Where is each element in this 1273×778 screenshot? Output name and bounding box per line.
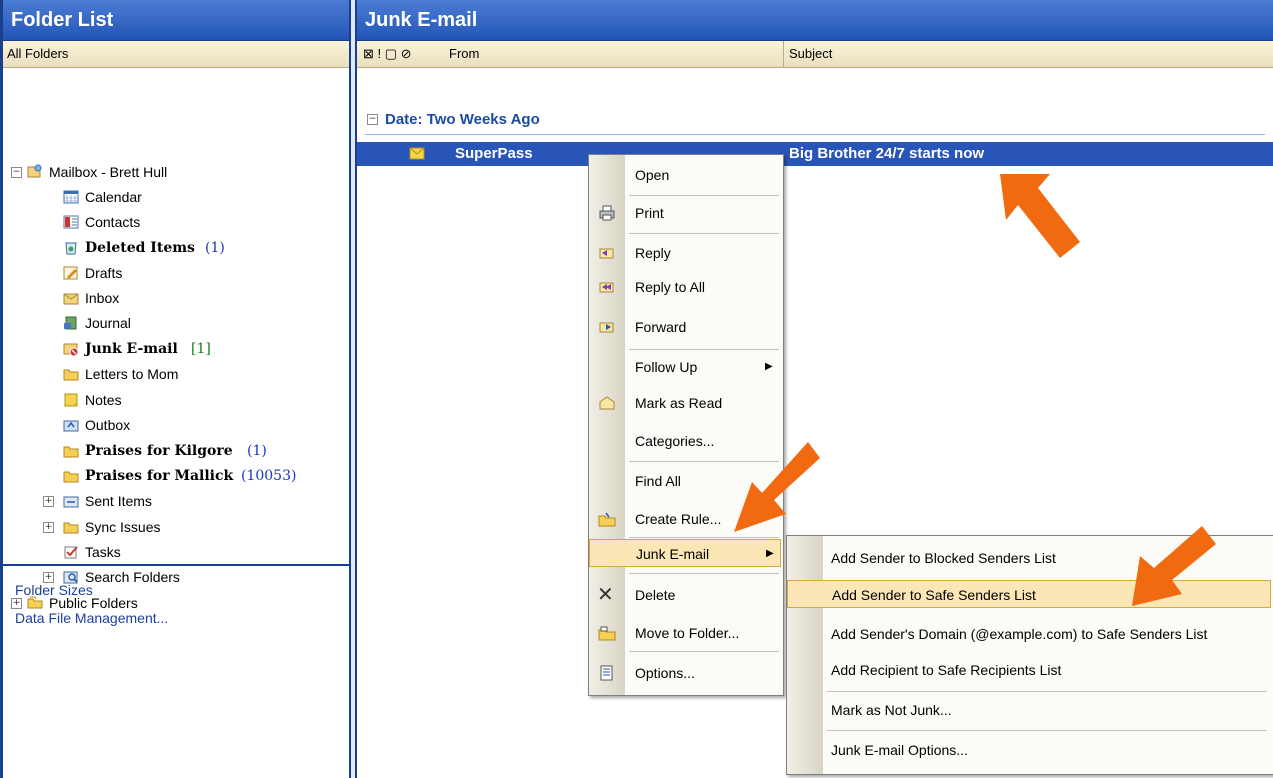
context-menu: Open Print Reply Reply to All Forward Fo… xyxy=(588,154,784,696)
outbox-icon xyxy=(63,420,79,432)
menu-item-print[interactable]: Print xyxy=(589,199,781,227)
move-to-folder-icon xyxy=(598,626,616,641)
expand-icon[interactable]: + xyxy=(43,496,54,507)
contacts-icon xyxy=(63,215,79,229)
menu-item-mark-as-read[interactable]: Mark as Read xyxy=(589,389,781,417)
menu-item-forward[interactable]: Forward xyxy=(589,313,781,341)
folder-icon xyxy=(63,471,79,483)
column-header-bar: ⊠ ! ▢ ⊘ From Subject xyxy=(357,41,1273,68)
group-header: Date: Two Weeks Ago xyxy=(385,111,540,128)
menu-item-follow-up[interactable]: Follow Up ▶ xyxy=(589,353,781,381)
menu-item-reply-all[interactable]: Reply to All xyxy=(589,273,781,301)
expand-icon[interactable]: + xyxy=(11,598,22,609)
menu-item-delete[interactable]: ✕ Delete xyxy=(589,581,781,609)
junk-email-icon xyxy=(63,343,79,356)
folder-list-title: Folder List xyxy=(3,0,349,41)
sent-items-icon xyxy=(63,496,79,508)
create-rule-icon xyxy=(598,512,616,527)
all-folders-header[interactable]: All Folders xyxy=(3,41,349,68)
message-list-title: Junk E-mail xyxy=(357,0,1273,41)
menu-item-mark-as-not-junk[interactable]: Mark as Not Junk... xyxy=(787,696,1271,724)
folder-icon xyxy=(63,446,79,458)
subject-column-header[interactable]: Subject xyxy=(789,41,832,67)
folder-icon xyxy=(63,522,79,534)
from-column-header[interactable]: From xyxy=(449,41,479,67)
group-divider xyxy=(365,134,1265,135)
importance-column-icons[interactable]: ⊠ ! ▢ ⊘ xyxy=(363,41,412,67)
forward-icon xyxy=(599,322,614,333)
message-row[interactable]: SuperPass Big Brother 24/7 starts now xyxy=(357,142,1273,166)
pane-divider xyxy=(3,564,349,566)
options-icon xyxy=(600,665,613,681)
menu-item-move-to-folder[interactable]: Move to Folder... xyxy=(589,619,781,647)
notes-icon xyxy=(64,393,78,407)
reply-icon xyxy=(599,248,614,259)
folder-list-pane: Folder List All Folders − Mailbox - Bret… xyxy=(0,0,351,778)
menu-item-junk-email-options[interactable]: Junk E-mail Options... xyxy=(787,736,1271,764)
folder-sizes-link[interactable]: Folder Sizes xyxy=(15,582,93,598)
annotation-arrow-icon xyxy=(734,442,820,532)
journal-icon xyxy=(64,316,77,330)
annotation-arrow-icon xyxy=(1000,174,1080,258)
menu-item-options[interactable]: Options... xyxy=(589,659,781,687)
menu-item-junk-email[interactable]: Junk E-mail ▶ xyxy=(589,539,781,567)
data-file-management-link[interactable]: Data File Management... xyxy=(15,610,168,626)
message-subject: Big Brother 24/7 starts now xyxy=(789,145,985,162)
drafts-icon xyxy=(63,266,78,280)
delete-icon: ✕ xyxy=(597,584,614,606)
message-sender: SuperPass xyxy=(455,145,533,162)
annotation-arrow-icon xyxy=(1132,526,1216,606)
folder-icon xyxy=(63,369,79,381)
tasks-icon xyxy=(64,546,78,559)
menu-item-reply[interactable]: Reply xyxy=(589,239,781,267)
submenu-arrow-icon: ▶ xyxy=(765,361,773,372)
mark-read-icon xyxy=(599,396,615,410)
group-collapse-icon[interactable]: − xyxy=(367,114,378,125)
expand-icon[interactable]: + xyxy=(43,522,54,533)
menu-item-open[interactable]: Open xyxy=(589,161,781,189)
mailbox-icon xyxy=(27,164,42,178)
collapse-icon[interactable]: − xyxy=(11,167,22,178)
menu-item-add-domain-to-safe-senders[interactable]: Add Sender's Domain (@example.com) to Sa… xyxy=(787,620,1271,648)
calendar-icon xyxy=(63,190,79,204)
printer-icon xyxy=(599,205,615,221)
submenu-arrow-icon: ▶ xyxy=(766,548,774,559)
deleted-items-icon xyxy=(65,242,77,255)
menu-item-add-to-safe-recipients[interactable]: Add Recipient to Safe Recipients List xyxy=(787,656,1271,684)
envelope-icon xyxy=(409,147,425,160)
reply-all-icon xyxy=(599,282,614,293)
inbox-icon xyxy=(63,293,79,305)
